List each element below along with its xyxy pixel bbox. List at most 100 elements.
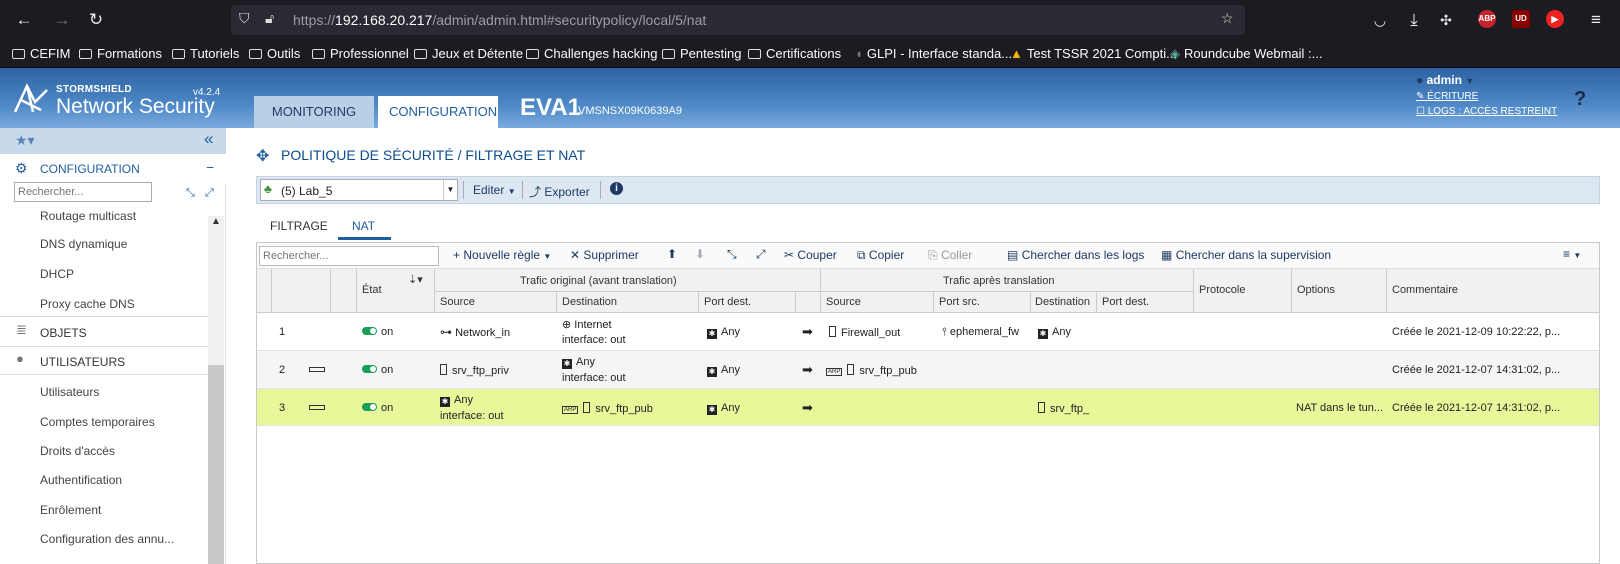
menu-icon[interactable]: ≡ [1584, 8, 1608, 32]
sidebar-item-authentification[interactable]: Authentification [40, 473, 122, 487]
reload-icon[interactable]: ↻ [84, 8, 108, 32]
column-after-destination[interactable]: Destination [1035, 296, 1090, 308]
search-logs-button[interactable]: ▤ Chercher dans les logs [1007, 248, 1144, 262]
expand-icon[interactable]: ⤢ [756, 247, 766, 262]
search-supervision-button[interactable]: ▦ Chercher dans la supervision [1161, 248, 1331, 262]
tab-nat[interactable]: NAT [352, 219, 375, 233]
sidebar-item-comptes-temporaires[interactable]: Comptes temporaires [40, 415, 155, 429]
table-row[interactable]: 2 on srv_ftp_priv ✱ Any interface: out ✱ A… [257, 351, 1599, 389]
sidebar-section-users[interactable]: UTILISATEURS [40, 355, 125, 369]
rule-port-dest[interactable]: ✱ Any [707, 402, 740, 415]
cut-button[interactable]: ✂ Couper [784, 248, 837, 262]
rule-after-destination[interactable]: ✱ Any [1038, 326, 1071, 339]
download-icon[interactable]: ⤓ [1402, 8, 1426, 32]
table-row[interactable]: 1 on ⊶ Network_in ⊕ Internet interface: … [257, 313, 1599, 351]
tab-filtrage[interactable]: FILTRAGE [270, 219, 328, 233]
column-state[interactable]: État [362, 284, 382, 296]
logs-link[interactable]: ☐ LOGS : ACCÈS RESTREINT [1416, 106, 1557, 117]
rule-after-source[interactable]: Firewall_out [829, 326, 900, 339]
table-row-selected[interactable]: 3 on ✱ Any interface: out ARP srv_ftp_pub … [257, 389, 1599, 426]
grid-search-input[interactable] [259, 246, 439, 266]
column-destination[interactable]: Destination [562, 296, 617, 308]
bookmark-item[interactable]: Challenges hacking [526, 46, 657, 61]
scroll-up-icon[interactable]: ▲ [211, 216, 221, 227]
column-port-dest[interactable]: Port dest. [704, 296, 751, 308]
puzzle-icon[interactable]: ✣ [1434, 8, 1458, 32]
minus-icon[interactable]: − [206, 159, 214, 175]
bookmark-item[interactable]: Outils [249, 46, 300, 61]
rule-destination[interactable]: ⊕ Internet [562, 318, 612, 331]
rule-source[interactable]: ✱ Any [440, 394, 473, 407]
column-source[interactable]: Source [440, 296, 475, 308]
write-link[interactable]: ✎ ÉCRITURE [1416, 91, 1478, 102]
bookmark-item[interactable]: CEFIM [12, 46, 70, 61]
sidebar-item-enrolement[interactable]: Enrôlement [40, 503, 101, 517]
sidebar-search-input[interactable] [14, 182, 152, 202]
rule-destination[interactable]: ARP srv_ftp_pub [562, 402, 653, 415]
column-options[interactable]: Options [1297, 284, 1335, 296]
user-menu[interactable]: ● admin ▼ [1416, 73, 1474, 87]
sidebar-item-dhcp[interactable]: DHCP [40, 267, 74, 281]
sidebar-item-configuration-annuaires[interactable]: Configuration des annu... [40, 532, 174, 546]
expand-all-icon[interactable]: ⤢ [205, 187, 214, 200]
sidebar-scroll-thumb[interactable] [208, 365, 224, 564]
collapse-icon[interactable]: ⤡ [727, 247, 737, 262]
policy-select[interactable]: ♣ (5) Lab_5 ▼ [260, 179, 458, 201]
chevron-down-icon[interactable]: ▼ [443, 180, 457, 200]
adblock-icon[interactable]: ABP [1478, 10, 1496, 28]
rule-destination[interactable]: ✱ Any [562, 356, 595, 369]
column-after-port-src[interactable]: Port src. [939, 296, 980, 308]
star-icon[interactable]: ☆ [1221, 10, 1234, 27]
pocket-icon[interactable]: ◡ [1368, 8, 1392, 32]
rule-state-toggle[interactable]: on [362, 364, 393, 376]
new-rule-button[interactable]: + Nouvelle règle ▼ [453, 248, 551, 262]
export-button[interactable]: ⤴ Exporter [529, 183, 590, 200]
bookmark-item[interactable]: Jeux et Détente [414, 46, 523, 61]
tab-monitoring[interactable]: MONITORING [254, 96, 374, 128]
bookmark-item[interactable]: Formations [79, 46, 162, 61]
ublock-icon[interactable]: UD [1512, 10, 1530, 28]
column-after-port-dest[interactable]: Port dest. [1102, 296, 1149, 308]
sidebar-item-utilisateurs[interactable]: Utilisateurs [40, 385, 99, 399]
collapse-sidebar-icon[interactable]: « [204, 129, 213, 149]
forward-icon[interactable]: → [50, 8, 74, 32]
move-up-icon[interactable]: ⬆ [667, 247, 677, 261]
bookmark-item[interactable]: Tutoriels [172, 46, 239, 61]
columns-menu-icon[interactable]: ≡ ▼ [1563, 247, 1581, 261]
rule-source[interactable]: srv_ftp_priv [440, 364, 509, 377]
info-icon[interactable]: i [610, 182, 623, 195]
copy-button[interactable]: ⧉ Copier [857, 248, 904, 263]
tab-configuration[interactable]: CONFIGURATION [378, 96, 498, 128]
url-bar[interactable]: ⛉ 🔓︎ https://192.168.20.217/admin/admin.… [231, 5, 1245, 35]
bookmark-item[interactable]: Professionnel [312, 46, 409, 61]
rule-after-destination[interactable]: srv_ftp_ [1038, 402, 1089, 415]
collapse-all-icon[interactable]: ⤡ [186, 187, 195, 200]
rule-after-source[interactable]: ARP srv_ftp_pub [826, 364, 917, 377]
help-icon[interactable]: ? [1574, 88, 1586, 111]
back-icon[interactable]: ← [12, 8, 36, 32]
bookmark-item[interactable]: ▲ Test TSSR 2021 Compti... [1010, 46, 1177, 61]
sidebar-section-objects[interactable]: OBJETS [40, 326, 87, 340]
rule-after-port-src[interactable]: ⫯ ephemeral_fw [942, 326, 1019, 339]
rule-state-toggle[interactable]: on [362, 402, 393, 414]
sidebar-item-proxy-cache-dns[interactable]: Proxy cache DNS [40, 297, 135, 311]
sidebar-item-dns-dynamique[interactable]: DNS dynamique [40, 237, 127, 251]
column-after-source[interactable]: Source [826, 296, 861, 308]
rule-state-toggle[interactable]: on [362, 326, 393, 338]
rule-source[interactable]: ⊶ Network_in [440, 325, 510, 339]
sidebar-item-droits-acces[interactable]: Droits d'accès [40, 444, 115, 458]
move-down-icon[interactable]: ⬇ [695, 247, 705, 261]
bookmark-item[interactable]: Pentesting [662, 46, 741, 61]
bookmark-item[interactable]: Certifications [748, 46, 841, 61]
bookmark-item[interactable]: ◖ GLPI - Interface standa... [855, 46, 1012, 61]
paste-button[interactable]: ⎘ Coller [928, 248, 972, 263]
delete-button[interactable]: ✕ Supprimer [570, 248, 639, 262]
sidebar-item-routage-multicast[interactable]: Routage multicast [40, 209, 136, 223]
bookmark-item[interactable]: ◈ Roundcube Webmail :... [1170, 46, 1323, 62]
column-comment[interactable]: Commentaire [1392, 284, 1458, 296]
edit-menu-button[interactable]: Editer ▼ [473, 183, 516, 197]
favorites-star-icon[interactable]: ★▾ [15, 132, 35, 149]
rule-port-dest[interactable]: ✱ Any [707, 326, 740, 339]
column-protocol[interactable]: Protocole [1199, 284, 1245, 296]
sidebar-section-configuration[interactable]: ⚙ CONFIGURATION − [0, 154, 226, 184]
